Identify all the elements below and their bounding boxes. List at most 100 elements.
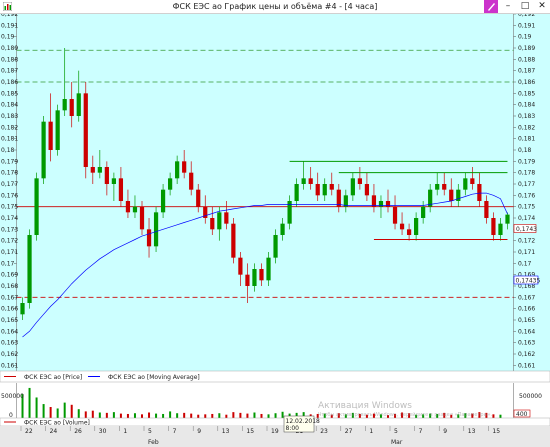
- month-label-mar: Mar: [391, 439, 403, 446]
- time-tick-label: 24: [50, 428, 58, 435]
- price-tick-label: 0,166: [518, 306, 535, 313]
- close-icon: ✕: [538, 1, 546, 11]
- candle-body: [146, 229, 152, 247]
- time-tick-label: 5: [148, 428, 152, 435]
- watermark-line1: Активация Windows: [318, 401, 412, 411]
- candle-body: [421, 206, 426, 218]
- legend-bar: [0, 370, 550, 383]
- close-button[interactable]: ✕: [534, 0, 550, 13]
- candle-body: [280, 223, 285, 235]
- time-tick-label: 19: [271, 428, 279, 435]
- price-tick-label: 0,183: [518, 113, 535, 120]
- legend-moving-average: ФСК ЕЭС ао [Moving Average]: [108, 374, 200, 381]
- price-tick-label: 0,183: [1, 113, 18, 120]
- candle-body: [329, 184, 334, 190]
- price-tick-label: 0,172: [518, 238, 535, 245]
- time-tick-label: 1: [123, 428, 127, 435]
- candle: [34, 172, 39, 241]
- price-tick-label: 0,186: [518, 79, 535, 86]
- candle-body: [322, 184, 327, 196]
- price-tick-label: 0,167: [518, 294, 535, 301]
- minimize-button[interactable]: –: [500, 0, 516, 13]
- candle-body: [175, 161, 180, 179]
- volume-bar: [197, 414, 200, 418]
- candle-body: [259, 269, 264, 281]
- volume-bar: [112, 412, 115, 418]
- price-tick-label: 0,185: [518, 90, 535, 97]
- volume-bar: [218, 413, 221, 418]
- pen-button[interactable]: [484, 0, 498, 13]
- title-bar[interactable]: ФСК ЕЭС ао График цены и объёма #4 - [4 …: [0, 0, 550, 14]
- price-tick-label: 0,163: [1, 340, 18, 347]
- time-tick-label: 22: [25, 428, 33, 435]
- candle-body: [315, 184, 320, 196]
- price-tick-label: 0,168: [1, 283, 18, 290]
- candle-body: [196, 189, 201, 207]
- time-tick-label: 30: [99, 428, 107, 435]
- candle-body: [160, 189, 166, 213]
- volume-bar: [246, 413, 249, 418]
- price-tick-label: 0,161: [518, 362, 535, 369]
- volume-bar: [183, 412, 186, 418]
- candle-body: [76, 93, 81, 116]
- time-tick-label: 1: [369, 428, 373, 435]
- volume-bar: [162, 413, 165, 418]
- price-tick-label: 0,165: [1, 317, 18, 324]
- price-tick-label: 0,184: [1, 102, 18, 109]
- price-tick-label: 0,164: [518, 328, 535, 335]
- volume-bar: [232, 412, 235, 418]
- volume-bar: [105, 412, 108, 418]
- candle-body: [97, 167, 102, 173]
- candle-body: [20, 303, 25, 315]
- candle: [83, 82, 88, 179]
- candle-body: [83, 93, 88, 167]
- candle-body: [273, 235, 278, 258]
- maximize-button[interactable]: □: [517, 0, 533, 13]
- candle-body: [132, 206, 138, 213]
- candle-body: [364, 184, 370, 196]
- price-tick-label: 0,191: [1, 22, 18, 29]
- volume-bar: [169, 411, 172, 418]
- candle-body: [470, 178, 475, 184]
- price-tick-label: 0,177: [518, 181, 535, 188]
- candle-body: [294, 184, 299, 201]
- price-tick-label: 0,176: [1, 192, 18, 199]
- volume-bar: [253, 412, 256, 418]
- candle-body: [217, 212, 222, 230]
- candle-body: [210, 218, 215, 230]
- volume-bar: [133, 413, 136, 418]
- time-tick-label: 5: [394, 428, 398, 435]
- price-tick-label: 0,178: [518, 170, 535, 177]
- candle-body: [266, 257, 271, 281]
- volume-bar: [267, 414, 270, 418]
- candle-body: [308, 178, 313, 184]
- price-tick-label: 0,179: [518, 158, 535, 165]
- candle-body: [498, 223, 503, 235]
- candle-body: [55, 110, 60, 150]
- candle-body: [406, 229, 412, 235]
- time-tick-label: 9: [197, 428, 201, 435]
- price-tick-label: 0,165: [518, 317, 535, 324]
- time-tick-label: 15: [492, 428, 500, 435]
- time-tick-label: 13: [468, 428, 476, 435]
- volume-bar: [211, 413, 214, 418]
- candle: [27, 229, 32, 309]
- candle-body: [104, 167, 109, 184]
- candle-body: [168, 178, 173, 190]
- chart-area[interactable]: 0,1920,1910,190,1890,1880,1870,1860,1850…: [0, 14, 550, 447]
- current-volume-label: 400: [516, 411, 528, 418]
- candle-body: [125, 201, 131, 213]
- candle-body: [111, 178, 116, 184]
- price-tick-label: 0,161: [1, 362, 18, 369]
- candle: [153, 206, 159, 252]
- time-tick-label: 7: [419, 428, 423, 435]
- volume-bar: [42, 404, 45, 418]
- legend-price: ФСК ЕЭС ао [Price]: [24, 374, 82, 381]
- current-price-tag: 0,1743: [513, 224, 537, 233]
- price-tick-label: 0,175: [518, 204, 535, 211]
- volume-bar: [190, 413, 193, 418]
- volume-bar: [119, 413, 122, 418]
- price-tick-label: 0,169: [1, 272, 18, 279]
- price-tick-label: 0,173: [1, 226, 18, 233]
- time-tick-label: 15: [246, 428, 254, 435]
